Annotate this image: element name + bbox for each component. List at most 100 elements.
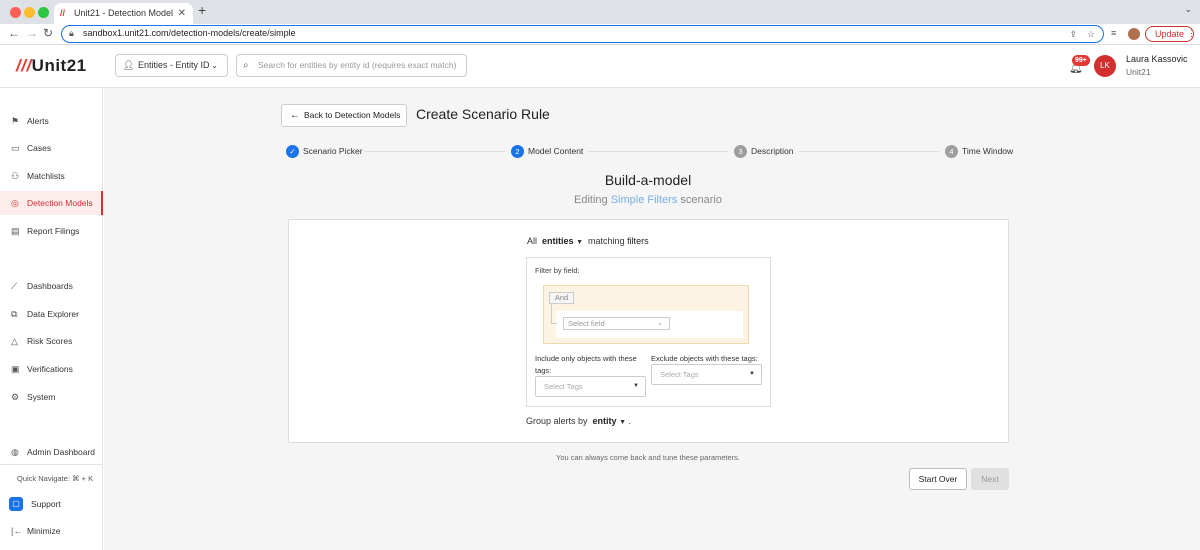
filters-label: filters [627, 236, 649, 246]
sidebar: ⚑ Alerts ▭ Cases ⚇ Matchlists ◎ Detection Mo… [0, 88, 103, 550]
entities-dropdown[interactable]: entities [542, 236, 574, 246]
and-operator-tag[interactable]: And [549, 292, 574, 304]
select-tags-placeholder: Select Tags [544, 382, 583, 391]
step-connector [588, 151, 728, 152]
chevron-down-icon: ⌄ [211, 61, 218, 70]
browser-tab-bar: // Unit21 - Detection Model ✕ + ⌄ [0, 0, 1200, 24]
quick-navigate-hint: Quick Navigate: ⌘ + K [17, 474, 94, 483]
reload-icon[interactable]: ↻ [43, 26, 53, 40]
minimize-label: Minimize [27, 526, 61, 536]
back-arrow-icon[interactable]: ← [8, 26, 20, 40]
step-model-content[interactable]: 2 Model Content [511, 145, 583, 158]
maximize-window-button[interactable] [38, 7, 49, 18]
page-title: Create Scenario Rule [416, 106, 550, 122]
step-label: Model Content [528, 146, 584, 156]
sidebar-item-data-explorer[interactable]: ⧉ Data Explorer [0, 302, 103, 326]
notification-badge: 99+ [1072, 55, 1090, 66]
filter-by-field-label: Filter by field: [535, 266, 580, 275]
group-by-dropdown[interactable]: entity [593, 416, 617, 426]
warning-icon: △ [11, 336, 18, 346]
sidebar-item-risk-scores[interactable]: △ Risk Scores [0, 329, 103, 353]
lock-icon: 🔒︎ [69, 28, 74, 38]
profile-avatar-icon[interactable] [1128, 28, 1140, 40]
step-label: Scenario Picker [303, 146, 363, 156]
id-card-icon: ▣ [11, 364, 20, 374]
bookmark-star-icon[interactable]: ☆ [1087, 27, 1095, 42]
sidebar-item-dashboards[interactable]: ⟋ Dashboards [0, 274, 103, 298]
close-tab-icon[interactable]: ✕ [178, 3, 186, 24]
entity-search-input[interactable]: ⌕ Search for entities by entity id (requ… [236, 54, 467, 77]
sidebar-item-label: System [27, 392, 56, 402]
tune-parameters-hint: You can always come back and tune these … [556, 453, 740, 462]
collapse-icon: |← [11, 526, 23, 536]
group-by-label: Group alerts by [526, 416, 588, 426]
step-scenario-picker[interactable]: ✓ Scenario Picker [286, 145, 363, 158]
gear-icon: ⚙ [11, 392, 20, 402]
tree-bracket [551, 304, 557, 324]
sidebar-item-label: Verifications [27, 364, 73, 374]
user-name: Laura Kassovic [1126, 54, 1188, 64]
select-field-dropdown[interactable]: Select field ⌄ [563, 317, 670, 330]
sidebar-item-cases[interactable]: ▭ Cases [0, 136, 103, 160]
chat-icon: ▢ [9, 497, 23, 511]
minimize-sidebar-button[interactable]: |← Minimize [0, 519, 103, 543]
include-tags-select[interactable]: Select Tags ▼ [535, 376, 646, 397]
share-icon[interactable]: ⇪ [1069, 27, 1077, 42]
app-header: ///Unit21 👤︎ Entities - Entity ID ⌄ ⌕ Se… [0, 46, 1200, 88]
tab-title: Unit21 - Detection Model [74, 8, 174, 18]
editing-prefix: Editing [574, 194, 608, 206]
sidebar-item-label: Data Explorer [27, 309, 79, 319]
step-label: Description [751, 146, 794, 156]
start-over-button[interactable]: Start Over [909, 468, 967, 490]
caret-down-icon[interactable]: ▼ [619, 419, 626, 426]
browser-menu-icon[interactable]: ⋮ [1187, 28, 1196, 39]
editing-suffix: scenario [680, 194, 722, 206]
all-entities-row: All entities ▼ matching filters [527, 236, 649, 246]
step-number: 3 [734, 145, 747, 158]
all-label: All [527, 236, 538, 246]
sidebar-item-verifications[interactable]: ▣ Verifications [0, 357, 103, 381]
step-time-window[interactable]: 4 Time Window [945, 145, 1013, 158]
back-to-detection-models-button[interactable]: ← Back to Detection Models [281, 104, 407, 127]
briefcase-icon: ▭ [11, 143, 20, 153]
unit21-favicon-icon: // [60, 8, 66, 18]
sidebar-item-report-filings[interactable]: ▤ Report Filings [0, 219, 103, 243]
arrow-left-icon: ← [290, 110, 300, 121]
select-tags-placeholder: Select Tags [660, 370, 699, 379]
browser-nav-bar: ← → ↻ 🔒︎ sandbox1.unit21.com/detection-m… [0, 24, 1200, 45]
minimize-window-button[interactable] [24, 7, 35, 18]
tab-list-chevron-icon[interactable]: ⌄ [1184, 4, 1192, 15]
select-field-placeholder: Select field [568, 319, 605, 328]
support-button[interactable]: ▢ Support [0, 492, 103, 516]
chart-icon: ⟋ [11, 281, 18, 291]
data-explorer-icon: ⧉ [11, 309, 18, 319]
sidebar-divider [0, 464, 103, 465]
sidebar-item-alerts[interactable]: ⚑ Alerts [0, 109, 103, 133]
step-connector [365, 151, 505, 152]
user-avatar[interactable]: LK [1094, 55, 1116, 77]
new-tab-icon[interactable]: + [198, 2, 206, 18]
browser-tab[interactable]: // Unit21 - Detection Model ✕ [54, 3, 193, 24]
next-button[interactable]: Next [971, 468, 1009, 490]
caret-down-icon: ▼ [749, 371, 755, 377]
simple-filters-link[interactable]: Simple Filters [611, 194, 678, 206]
caret-down-icon: ▼ [633, 383, 639, 389]
include-tags-label: Include only objects with these tags: [535, 354, 637, 375]
person-icon: 👤︎ [123, 60, 135, 70]
unit21-logo[interactable]: ///Unit21 [16, 56, 87, 76]
step-description[interactable]: 3 Description [734, 145, 794, 158]
check-icon: ✓ [286, 145, 299, 158]
forward-arrow-icon[interactable]: → [26, 26, 38, 40]
period: . [628, 416, 632, 426]
exclude-tags-select[interactable]: Select Tags ▼ [651, 364, 762, 385]
caret-down-icon[interactable]: ▼ [576, 239, 583, 246]
step-number: 2 [511, 145, 524, 158]
address-bar[interactable]: 🔒︎ sandbox1.unit21.com/detection-models/… [61, 25, 1104, 43]
group-alerts-row: Group alerts by entity ▼ . [526, 416, 631, 426]
entity-type-select[interactable]: 👤︎ Entities - Entity ID ⌄ [115, 54, 228, 77]
sidebar-item-system[interactable]: ⚙ System [0, 385, 103, 409]
search-placeholder: Search for entities by entity id (requir… [258, 60, 457, 70]
user-org: Unit21 [1126, 67, 1151, 77]
close-window-button[interactable] [10, 7, 21, 18]
reading-list-icon[interactable]: ≡ [1111, 28, 1116, 38]
